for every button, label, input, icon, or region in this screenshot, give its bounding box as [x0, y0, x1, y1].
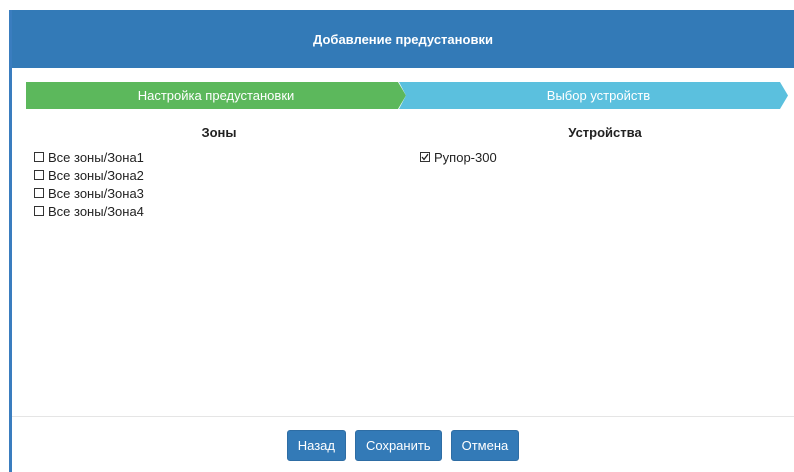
zone-item[interactable]: Все зоны/Зона2	[34, 166, 404, 184]
wizard-steps: Настройка предустановки Выбор устройств	[26, 82, 788, 109]
zone-label: Все зоны/Зона4	[48, 203, 144, 219]
cancel-button[interactable]: Отмена	[450, 430, 520, 461]
zone-label: Все зоны/Зона2	[48, 167, 144, 183]
wizard-step-device-selection[interactable]: Выбор устройств	[399, 82, 788, 109]
zone-item[interactable]: Все зоны/Зона1	[34, 148, 404, 166]
wizard-step-label: Выбор устройств	[546, 88, 651, 103]
checkbox[interactable]	[34, 188, 44, 198]
zone-label: Все зоны/Зона1	[48, 149, 144, 165]
wizard-step-label: Настройка предустановки	[137, 88, 295, 103]
device-item[interactable]: Рупор-300	[420, 148, 790, 166]
wizard-step-preset-settings[interactable]: Настройка предустановки	[26, 82, 406, 109]
dialog-title: Добавление предустановки	[313, 31, 493, 47]
add-preset-dialog: Добавление предустановки Настройка преду…	[12, 10, 794, 472]
checkbox[interactable]	[34, 206, 44, 216]
device-label: Рупор-300	[434, 149, 497, 165]
dialog-footer: Назад Сохранить Отмена	[12, 430, 794, 461]
zones-panel: Зоны Все зоны/Зона1 Все зоны/Зона2 Все з…	[34, 125, 404, 220]
back-button[interactable]: Назад	[286, 430, 346, 461]
zone-item[interactable]: Все зоны/Зона3	[34, 184, 404, 202]
footer-divider	[12, 416, 794, 417]
checkbox-checked[interactable]	[420, 152, 430, 162]
save-button[interactable]: Сохранить	[354, 430, 442, 461]
devices-title: Устройства	[568, 125, 642, 140]
zone-item[interactable]: Все зоны/Зона4	[34, 202, 404, 220]
checkmark-icon	[421, 153, 429, 161]
zones-title: Зоны	[201, 125, 237, 140]
devices-panel: Устройства Рупор-300	[420, 125, 790, 166]
checkbox[interactable]	[34, 152, 44, 162]
dialog-header: Добавление предустановки	[12, 10, 794, 68]
zone-label: Все зоны/Зона3	[48, 185, 144, 201]
checkbox[interactable]	[34, 170, 44, 180]
